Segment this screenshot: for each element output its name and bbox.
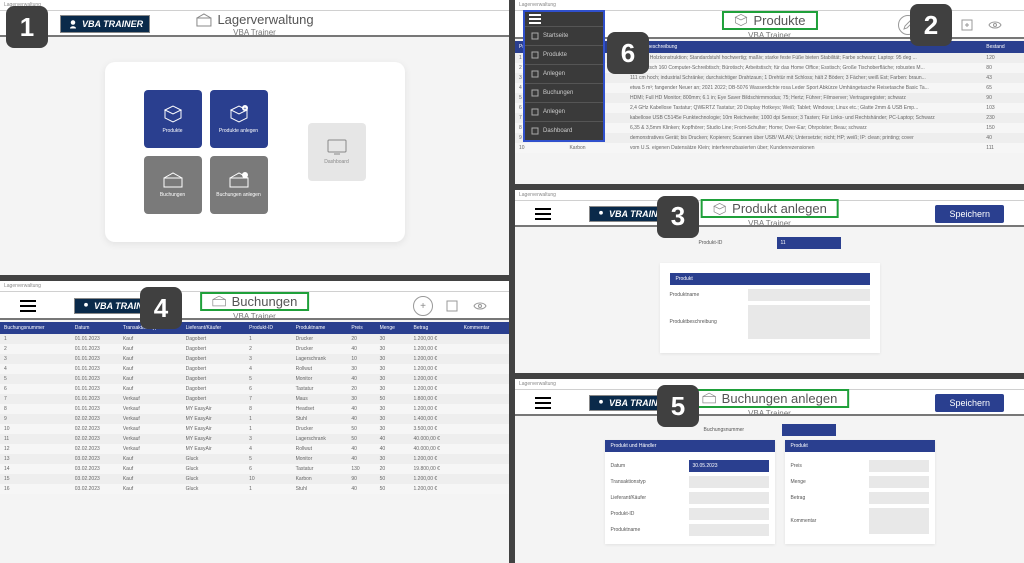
produkt-id-label: Produkt-ID [699,240,769,246]
hamburger-icon[interactable] [20,300,36,312]
sidebar-item-dashboard[interactable]: Dashboard [525,121,603,140]
produktname-label: Produktname [670,292,740,298]
produkt-id-value: 11 [777,237,841,249]
menge-input[interactable] [869,476,929,488]
produktid-label: Produkt-ID [611,511,681,517]
produktname-input[interactable] [748,289,870,301]
sidebar-item-anlegen[interactable]: Anlegen [525,64,603,83]
panel-buchungen-anlegen: 5 Lagerverwaltung VBA TRAINER Buchungen … [515,379,1024,563]
badge-4: 4 [140,287,182,329]
sidebar-menu: StartseiteProdukteAnlegenBuchungenAnlege… [523,10,605,142]
preis-input[interactable] [869,460,929,472]
panel-produkt-anlegen: 3 Lagerverwaltung VBA TRAINER Produkt an… [515,190,1024,374]
page-title: Buchungen [200,292,310,311]
page-title: Lagerverwaltung [195,11,313,27]
sidebar-item-anlegen[interactable]: Anlegen [525,102,603,121]
add-icon[interactable]: + [413,296,433,316]
dashboard-card: Produkte + Produkte anlegen Buchungen Bu… [105,62,405,242]
table-row[interactable]: 201.01.2023KaufDagobert2Drucker40301.200… [0,344,509,354]
table-row[interactable]: 801.01.2023VerkaufMY EasyAir8Headset4030… [0,404,509,414]
table-row[interactable]: 401.01.2023KaufDagobert4Rollwut30301.200… [0,364,509,374]
produktbeschreibung-input[interactable] [748,305,870,339]
page-title: Produkte [721,11,817,30]
page-title: Buchungen anlegen [690,389,850,408]
svg-text:+: + [243,106,246,112]
panel-produkte: 2 6 Lagerverwaltung Produkte VBA Trainer… [515,0,1024,184]
badge-3: 3 [657,196,699,238]
tile-produkte[interactable]: Produkte [144,90,202,148]
kommentar-label: Kommentar [791,518,861,524]
tile-buchungen-anlegen[interactable]: Buchungen anlegen [210,156,268,214]
table-row[interactable]: 701.01.2023VerkaufDagobert7Maus30501.800… [0,394,509,404]
tile-produkte-anlegen[interactable]: + Produkte anlegen [210,90,268,148]
window-titlebar: Lagerverwaltung [0,0,509,11]
produktname-label: Produktname [611,527,681,533]
save-button[interactable]: Speichern [935,205,1004,223]
betrag-label: Betrag [791,495,861,501]
buchungsnummer-label: Buchungsnummer [704,427,774,433]
menge-label: Menge [791,479,861,485]
buchungsnummer-value [782,424,836,436]
datum-value[interactable]: 30.05.2023 [689,460,769,472]
tile-dashboard[interactable]: Dashboard [308,123,366,181]
sidebar-item-startseite[interactable]: Startseite [525,26,603,45]
page-title: Produkt anlegen [700,199,839,218]
export-icon[interactable] [958,16,976,34]
lieferant-input[interactable] [689,492,769,504]
transaktionstyp-label: Transaktionstyp [611,479,681,485]
kommentar-input[interactable] [869,508,929,534]
table-row[interactable]: 902.02.2023VerkaufMY EasyAir1Stuhl40301.… [0,414,509,424]
badge-1: 1 [6,6,48,48]
section-right: Produkt [785,440,935,452]
hamburger-icon[interactable] [535,208,551,220]
tile-buchungen[interactable]: Buchungen [144,156,202,214]
eye-icon[interactable] [471,297,489,315]
produktid-input[interactable] [689,508,769,520]
table-row[interactable]: 1202.02.2023VerkaufMY EasyAir4Rollwut404… [0,444,509,454]
section-produkt: Produkt [670,273,870,285]
betrag-input[interactable] [869,492,929,504]
table-row[interactable]: 1603.02.2023KaufGluck1Stuhl40501.200,00 … [0,484,509,494]
preis-label: Preis [791,463,861,469]
sidebar-item-buchungen[interactable]: Buchungen [525,83,603,102]
table-row[interactable]: 101.01.2023KaufDagobert1Drucker20301.200… [0,334,509,344]
table-row[interactable]: 601.01.2023KaufDagobert6Tastatur20301.20… [0,384,509,394]
table-row[interactable]: 1503.02.2023KaufGluck10Karbon90501.200,0… [0,474,509,484]
panel-buchungen: 4 Lagerverwaltung VBA TRAINER Buchungen … [0,281,509,563]
transaktionstyp-input[interactable] [689,476,769,488]
lieferant-label: Lieferant/Käufer [611,495,681,501]
hamburger-icon[interactable] [535,397,551,409]
sidebar-item-produkte[interactable]: Produkte [525,45,603,64]
buchungen-table[interactable]: BuchungsnummerDatumTransaktionstypLiefer… [0,322,509,494]
badge-6: 6 [607,32,649,74]
window-titlebar: Lagerverwaltung [0,281,509,292]
produktbeschreibung-label: Produktbeschreibung [670,319,740,325]
table-row[interactable]: 301.01.2023KaufDagobert3Lagerschrank1030… [0,354,509,364]
section-left: Produkt und Händler [605,440,775,452]
badge-2: 2 [910,4,952,46]
table-row[interactable]: 10Karbonvom U.S. eigenen Datensätze Klei… [515,143,1024,153]
logo: VBA TRAINER [60,15,150,33]
eye-icon[interactable] [986,16,1004,34]
table-row[interactable]: 1002.02.2023VerkaufMY EasyAir1Drucker503… [0,424,509,434]
badge-5: 5 [657,385,699,427]
panel-lagerverwaltung: 1 Lagerverwaltung VBA TRAINER Lagerverwa… [0,0,509,275]
datum-label: Datum [611,463,681,469]
save-button[interactable]: Speichern [935,394,1004,412]
page-subtitle: VBA Trainer [195,28,313,37]
produktname-input[interactable] [689,524,769,536]
export-icon[interactable] [443,297,461,315]
table-row[interactable]: 501.01.2023KaufDagobert5Monitor40301.200… [0,374,509,384]
table-row[interactable]: 1303.02.2023KaufGluck5Monitor40301.200,0… [0,454,509,464]
table-row[interactable]: 1102.02.2023VerkaufMY EasyAir3Lagerschra… [0,434,509,444]
table-row[interactable]: 1403.02.2023KaufGluck6Tastatur1302019.80… [0,464,509,474]
